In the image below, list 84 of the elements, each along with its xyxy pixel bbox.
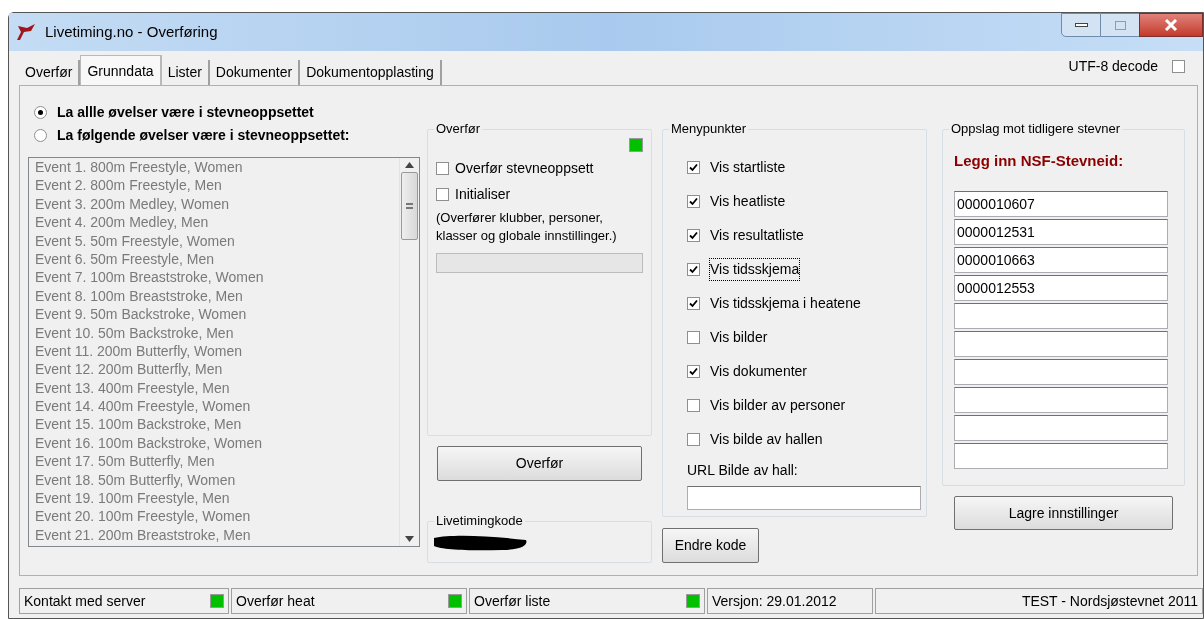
event-item[interactable]: Event 21. 200m Breaststroke, Men [35, 525, 399, 545]
change-code-button[interactable]: Endre kode [662, 528, 759, 563]
utf8-decode-checkbox[interactable] [1172, 60, 1185, 73]
checkbox[interactable] [687, 160, 700, 174]
status-text: Versjon: 29.01.2012 [712, 591, 837, 611]
checkbox[interactable] [687, 364, 700, 378]
status-text: Overfør liste [474, 591, 551, 611]
event-item[interactable]: Event 7. 100m Breaststroke, Women [35, 268, 399, 287]
checkbox[interactable] [687, 262, 700, 276]
event-item[interactable]: Event 12. 200m Butterfly, Men [35, 360, 399, 379]
event-item[interactable]: Event 5. 50m Freestyle, Women [35, 231, 399, 250]
event-item[interactable]: Event 20. 100m Freestyle, Women [35, 507, 399, 526]
status-text: Kontakt med server [24, 591, 146, 611]
checkbox-label: Initialiser [455, 184, 511, 204]
tab[interactable]: Grunndata [80, 55, 162, 85]
event-item[interactable]: Event 6. 50m Freestyle, Men [35, 249, 399, 269]
minimize-button[interactable] [1061, 13, 1101, 37]
checkbox-label: Vis tidsskjema [710, 258, 800, 280]
event-item[interactable]: Event 14. 400m Freestyle, Women [35, 397, 399, 416]
event-item[interactable]: Event 8. 100m Breaststroke, Men [35, 286, 399, 306]
meet-id-field[interactable]: 0000012553 [954, 274, 1168, 301]
group-title: Oppslag mot tidligere stevner [949, 121, 1123, 137]
meet-id-field[interactable]: 0000010663 [954, 246, 1168, 273]
group-title: Menypunkter [669, 121, 749, 137]
checkbox-label: Vis startliste [710, 157, 786, 177]
event-item[interactable]: Event 15. 100m Backstroke, Men [35, 415, 399, 434]
checkbox-label: Vis resultatliste [710, 225, 804, 245]
event-item[interactable]: Event 10. 50m Backstroke, Men [35, 323, 399, 342]
event-item[interactable]: Event 13. 400m Freestyle, Men [35, 378, 399, 398]
event-item[interactable]: Event 1. 800m Freestyle, Women [35, 158, 399, 177]
checkbox[interactable] [687, 432, 700, 446]
status-text: Overfør heat [236, 591, 315, 611]
save-settings-button[interactable]: Lagre innstillinger [954, 496, 1173, 530]
meet-id-field[interactable] [954, 386, 1168, 413]
checkbox[interactable] [687, 194, 700, 208]
event-item[interactable]: Event 11. 200m Butterfly, Women [35, 341, 399, 361]
radio-button[interactable] [34, 129, 47, 142]
utf8-decode-label: UTF-8 decode [1068, 57, 1158, 76]
event-item[interactable]: Event 17. 50m Butterfly, Men [35, 452, 399, 471]
checkbox[interactable] [687, 228, 700, 242]
checkbox-label: Vis tidsskjema i heatene [710, 293, 861, 313]
event-item[interactable]: Event 18. 50m Butterfly, Women [35, 470, 399, 490]
checkbox-label: Vis bilde av hallen [710, 429, 823, 449]
meet-id-field[interactable] [954, 330, 1168, 357]
event-item[interactable]: Event 16. 100m Backstroke, Women [35, 433, 399, 453]
status-text: TEST - Nordsjøstevnet 2011 [1021, 591, 1198, 611]
url-label: URL Bilde av hall: [687, 461, 799, 480]
close-button[interactable] [1139, 13, 1203, 37]
checkbox[interactable] [687, 398, 700, 412]
transfer-button[interactable]: Overfør [437, 446, 642, 481]
scrollbar[interactable] [399, 158, 419, 546]
scroll-thumb[interactable] [401, 172, 418, 240]
event-item[interactable]: Event 9. 50m Backstroke, Women [35, 305, 399, 324]
meet-id-field[interactable] [954, 302, 1168, 329]
meet-id-field[interactable] [954, 414, 1168, 441]
checkbox-label: Overfør stevneoppsett [455, 158, 594, 178]
event-item[interactable]: Event 2. 800m Freestyle, Men [35, 176, 399, 195]
checkbox-label: Vis heatliste [710, 191, 786, 211]
url-field[interactable] [687, 486, 921, 510]
checkbox[interactable] [436, 161, 449, 175]
meet-id-field[interactable]: 0000012531 [954, 218, 1168, 245]
checkbox-label: Vis bilder [710, 327, 768, 347]
event-item[interactable]: Event 3. 200m Medley, Women [35, 194, 399, 214]
radio-label: La følgende øvelser være i stevneoppsettet: [57, 126, 350, 145]
radio-label: La allle øvelser være i stevneoppsettet [57, 103, 314, 122]
checkbox[interactable] [436, 187, 449, 201]
event-item[interactable]: Event 19. 100m Freestyle, Men [35, 489, 399, 508]
group-title: Livetimingkode [434, 513, 525, 529]
radio-button[interactable] [34, 106, 47, 119]
scroll-up-icon[interactable] [405, 162, 414, 168]
checkbox[interactable] [687, 330, 700, 344]
event-item[interactable]: Event 4. 200m Medley, Men [35, 213, 399, 232]
checkbox[interactable] [687, 296, 700, 310]
window-title: Livetiming.no - Overføring [45, 21, 218, 42]
app-logo-icon [15, 23, 37, 41]
meet-id-field[interactable] [954, 442, 1168, 469]
checkbox-label: Vis dokumenter [710, 361, 807, 381]
close-icon [1164, 19, 1178, 31]
lookup-heading: Legg inn NSF-Stevneid: [954, 151, 1125, 171]
checkbox-label: Vis bilder av personer [710, 395, 846, 415]
note-text: (Overfører klubber, personer, klasser og globale innstillinger.) [436, 209, 618, 245]
scroll-down-icon[interactable] [405, 536, 414, 542]
meet-id-field[interactable]: 0000010607 [954, 190, 1168, 217]
meet-id-field[interactable] [954, 358, 1168, 385]
